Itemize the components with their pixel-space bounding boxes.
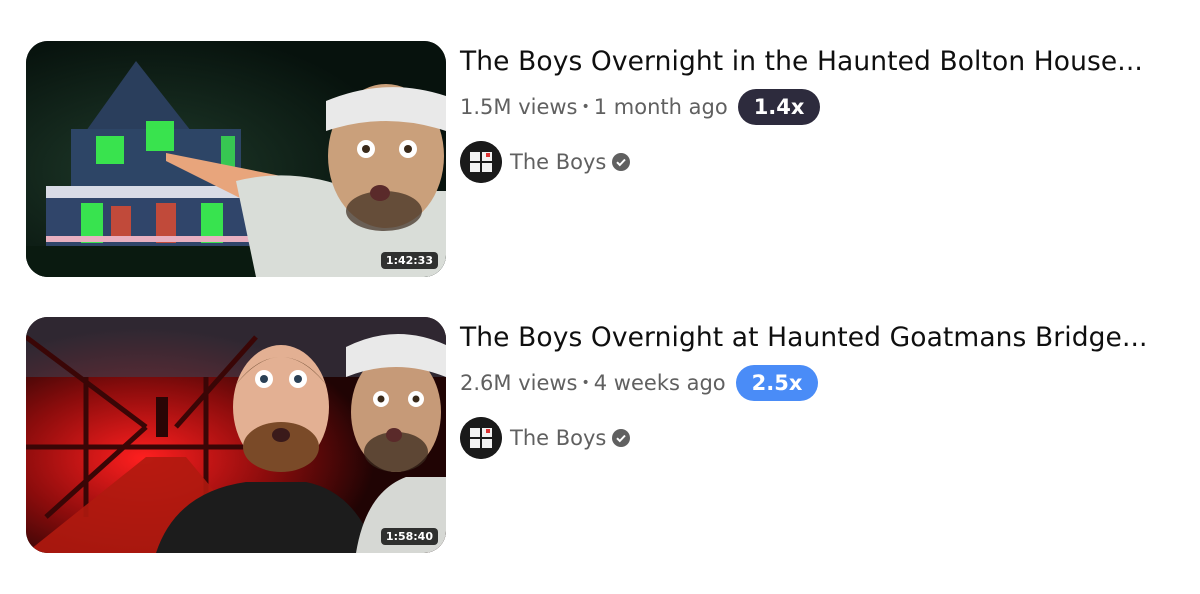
verified-check-icon — [612, 429, 631, 447]
channel-name[interactable]: The Boys — [510, 150, 606, 174]
channel-info[interactable]: The Boys — [460, 416, 1190, 460]
video-info: The Boys Overnight at Haunted Goatmans B… — [460, 317, 1190, 460]
video-info: The Boys Overnight in the Haunted Bolton… — [460, 41, 1190, 184]
haunted-bridge-thumbnail-image — [26, 317, 446, 553]
video-duration-badge: 1:58:40 — [380, 528, 438, 545]
video-item[interactable]: 1:42:33 The Boys Overnight in the Haunte… — [26, 41, 1186, 277]
channel-avatar[interactable] — [460, 417, 502, 459]
channel-name[interactable]: The Boys — [510, 426, 606, 450]
video-title[interactable]: The Boys Overnight at Haunted Goatmans B… — [460, 319, 1190, 357]
video-item[interactable]: 1:58:40 The Boys Overnight at Haunted Go… — [26, 317, 1186, 553]
video-thumbnail[interactable]: 1:42:33 — [26, 41, 446, 277]
speed-badge: 2.5x — [735, 365, 819, 401]
speed-badge: 1.4x — [737, 89, 821, 125]
video-thumbnail[interactable]: 1:58:40 — [26, 317, 446, 553]
video-metadata: 1.5M views • 1 month ago 1.4x — [460, 88, 1190, 126]
the-boys-logo-icon — [460, 417, 502, 459]
meta-separator: • — [581, 375, 590, 391]
view-count: 1.5M views — [460, 95, 578, 119]
upload-age: 1 month ago — [593, 95, 728, 119]
haunted-house-thumbnail-image — [26, 41, 446, 277]
verified-check-icon — [612, 153, 631, 171]
video-metadata: 2.6M views • 4 weeks ago 2.5x — [460, 364, 1190, 402]
meta-separator: • — [581, 99, 590, 115]
the-boys-logo-icon — [460, 141, 502, 183]
upload-age: 4 weeks ago — [593, 371, 726, 395]
video-duration-badge: 1:42:33 — [380, 252, 438, 269]
view-count: 2.6M views — [460, 371, 578, 395]
channel-avatar[interactable] — [460, 141, 502, 183]
channel-info[interactable]: The Boys — [460, 140, 1190, 184]
video-title[interactable]: The Boys Overnight in the Haunted Bolton… — [460, 43, 1190, 81]
